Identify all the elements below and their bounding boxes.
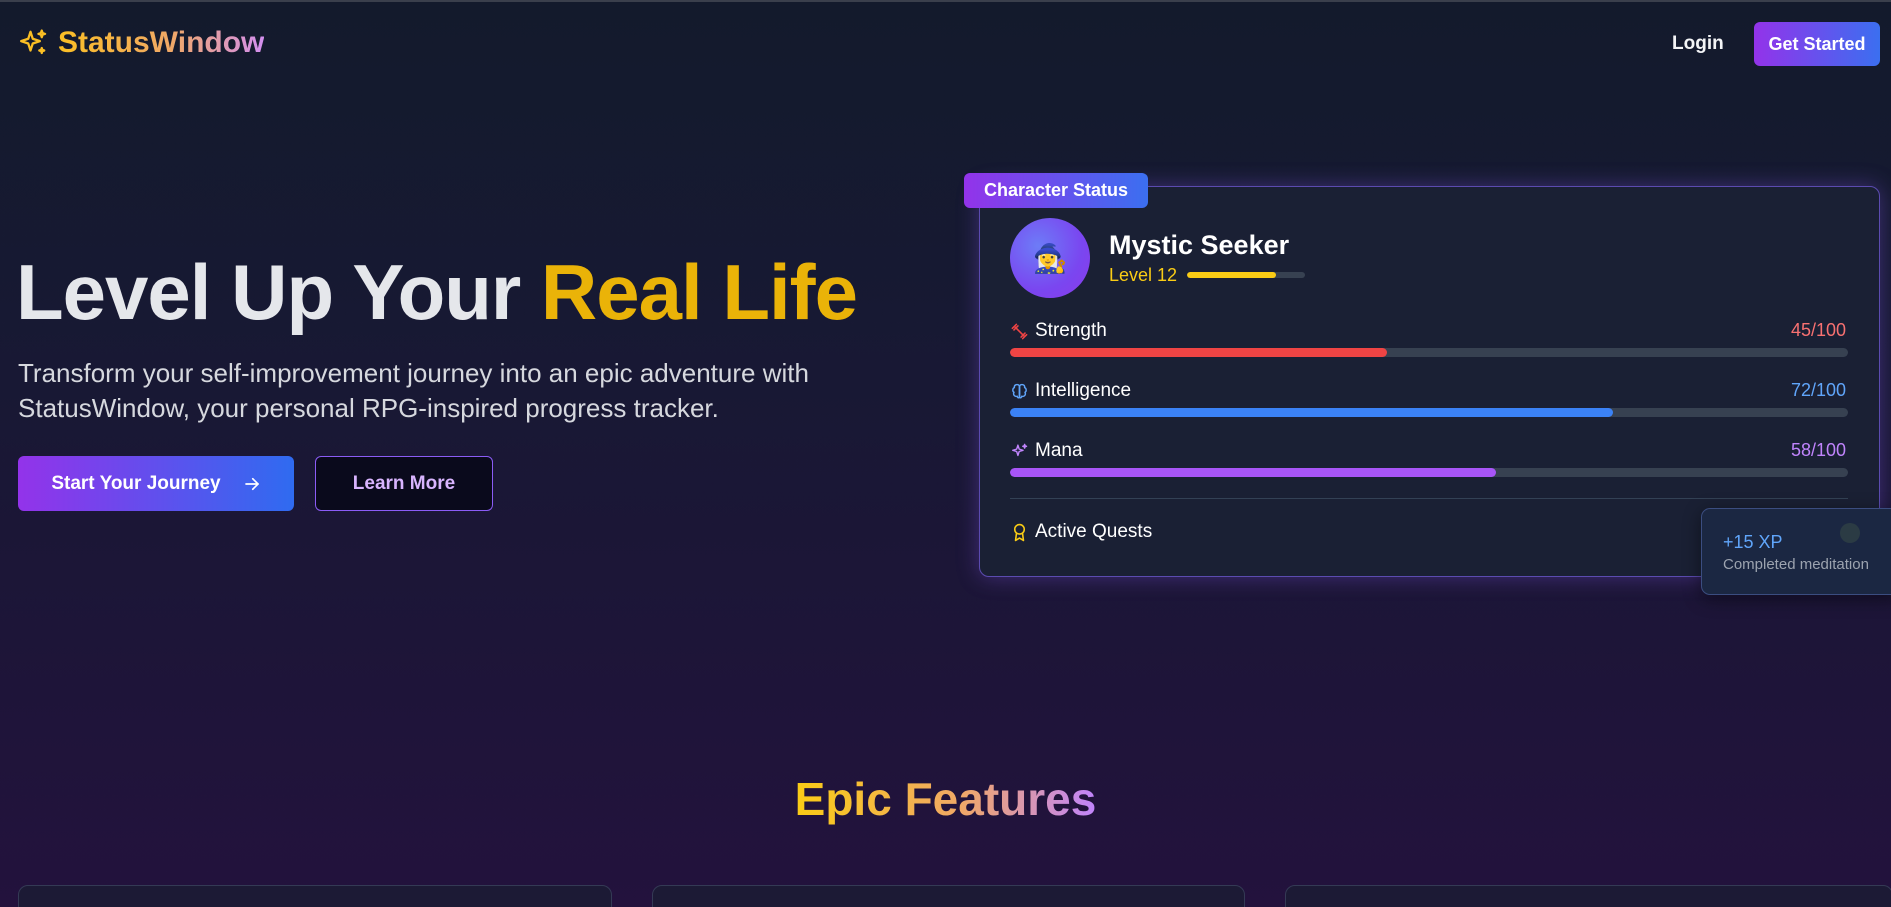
stat-intelligence: Intelligence xyxy=(1010,380,1131,402)
character-name: Mystic Seeker xyxy=(1109,230,1290,260)
sparkles-icon xyxy=(1012,443,1028,456)
dumbbell-icon xyxy=(1011,323,1028,339)
top-navbar: StatusWindow Login Get Started xyxy=(0,0,1891,90)
stat-label: Mana xyxy=(1035,440,1083,461)
feature-card[interactable] xyxy=(18,885,612,907)
avatar-emoji: 🧙‍♀️ xyxy=(1032,242,1068,274)
stat-progress-fill xyxy=(1010,408,1614,417)
card-divider xyxy=(1010,498,1848,499)
xp-toast: +15 XP Completed meditation xyxy=(1701,508,1891,595)
stat-progress-fill xyxy=(1010,468,1497,477)
stat-value: 72/100 xyxy=(1791,380,1847,400)
learn-more-button[interactable]: Learn More xyxy=(315,456,493,511)
get-started-button[interactable]: Get Started xyxy=(1754,22,1880,66)
feature-card[interactable] xyxy=(1285,885,1891,907)
hero-title-highlight: Real Life xyxy=(540,248,858,336)
features-title-text: Epic Features xyxy=(794,773,1097,825)
start-journey-label: Start Your Journey xyxy=(51,472,221,494)
stat-strength: Strength xyxy=(1010,320,1107,342)
feature-card[interactable] xyxy=(652,885,1245,907)
stat-value: 58/100 xyxy=(1791,440,1847,460)
stat-value: 45/100 xyxy=(1791,320,1847,340)
active-quests[interactable]: Active Quests xyxy=(1010,521,1152,543)
stat-progress-bar xyxy=(1010,408,1848,417)
login-link[interactable]: Login xyxy=(1672,33,1724,55)
stat-label: Strength xyxy=(1035,320,1107,341)
level-progress-bar xyxy=(1187,272,1305,278)
stat-mana: Mana xyxy=(1010,440,1083,462)
hero-subtitle: Transform your self-improvement journey … xyxy=(18,358,809,423)
start-journey-button[interactable]: Start Your Journey xyxy=(18,456,294,511)
active-quests-label: Active Quests xyxy=(1035,521,1153,542)
arrow-right-icon xyxy=(244,477,259,490)
stat-label: Intelligence xyxy=(1035,380,1132,401)
avatar: 🧙‍♀️ xyxy=(1010,218,1090,298)
toast-message: Completed meditation xyxy=(1723,556,1869,573)
brand-logo[interactable]: StatusWindow xyxy=(18,26,264,60)
toast-indicator xyxy=(1840,523,1860,543)
features-title: Epic Features xyxy=(0,772,1891,826)
stat-progress-bar xyxy=(1010,468,1848,477)
toast-xp: +15 XP xyxy=(1723,532,1783,552)
hero-title: Level Up Your Real Life xyxy=(16,247,858,338)
character-status-tag: Character Status xyxy=(964,173,1149,208)
hero-title-prefix: Level Up Your xyxy=(16,248,541,336)
stat-progress-fill xyxy=(1010,348,1388,357)
brain-icon xyxy=(1012,383,1027,399)
brand-name: StatusWindow xyxy=(58,26,265,59)
sparkles-icon xyxy=(20,29,47,55)
award-icon xyxy=(1013,523,1026,541)
stat-progress-bar xyxy=(1010,348,1848,357)
level-progress-fill xyxy=(1187,272,1276,278)
character-level: Level 12 xyxy=(1109,265,1178,285)
